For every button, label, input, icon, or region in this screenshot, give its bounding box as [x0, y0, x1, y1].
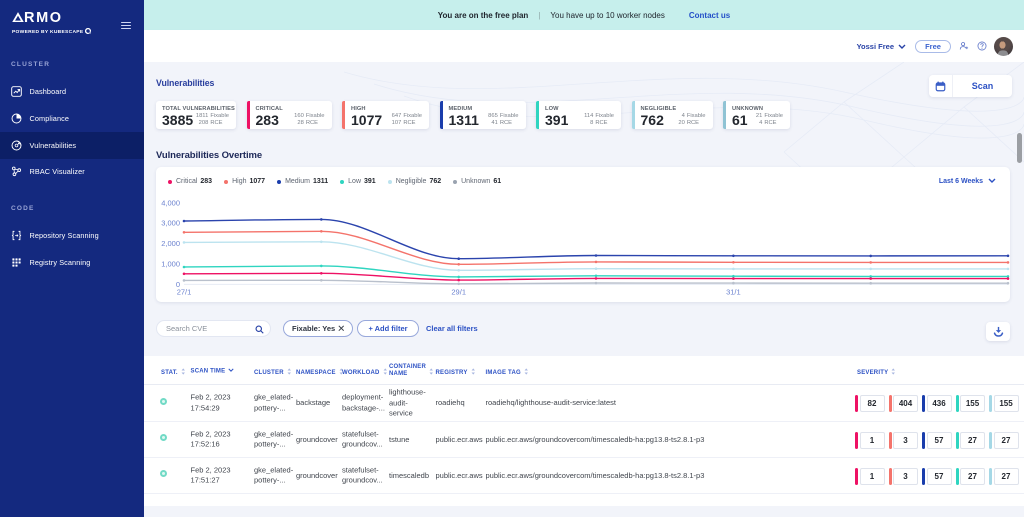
svg-text:29/1: 29/1 — [451, 287, 466, 296]
svg-text:4,000: 4,000 — [161, 198, 180, 207]
svg-text:2,000: 2,000 — [161, 239, 180, 248]
svg-text:31/1: 31/1 — [726, 287, 741, 296]
svg-text:27/1: 27/1 — [177, 287, 192, 296]
svg-text:3,000: 3,000 — [161, 219, 180, 228]
svg-text:1,000: 1,000 — [161, 260, 180, 269]
